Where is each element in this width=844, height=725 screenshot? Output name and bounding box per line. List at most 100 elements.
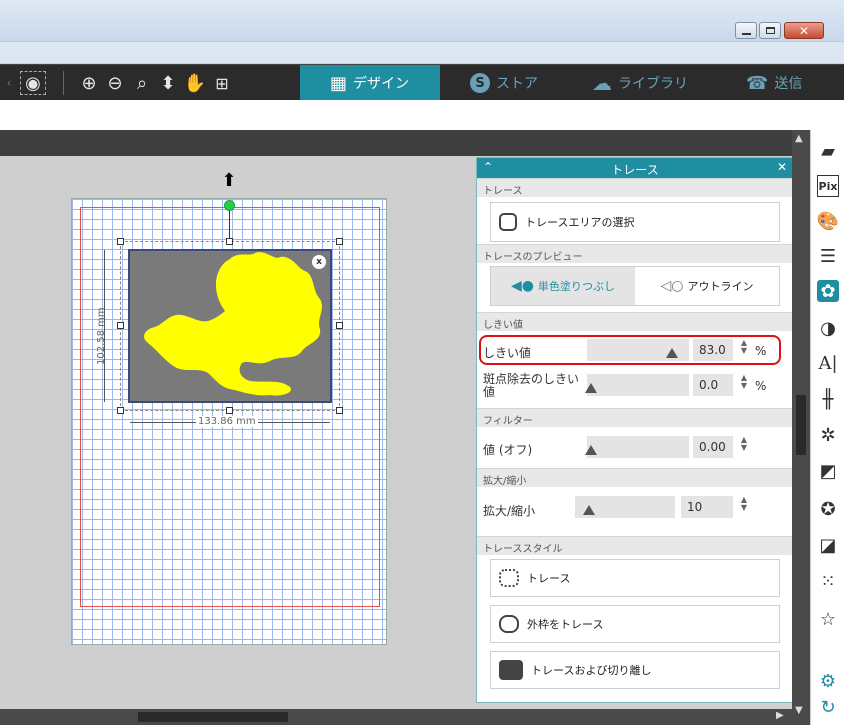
resize-handle-r[interactable]: [336, 322, 343, 329]
zoom-selection-icon[interactable]: ⌕: [130, 71, 154, 95]
move-up-arrow-icon[interactable]: ⬆: [220, 172, 238, 190]
trace-icon[interactable]: ✿: [817, 280, 839, 302]
window-title-bar: ✕: [0, 0, 844, 42]
scroll-right-icon[interactable]: ▶: [776, 710, 784, 721]
page-setup-icon[interactable]: ▰: [817, 140, 839, 162]
tab-library[interactable]: ☁ ライブラリ: [592, 65, 712, 101]
speck-label-line2: 値: [483, 385, 496, 399]
toolbar-divider: [63, 71, 64, 95]
refresh-icon[interactable]: ↻: [817, 696, 839, 718]
close-icon: ✕: [798, 23, 810, 38]
scroll-up-icon[interactable]: ▲: [795, 133, 803, 144]
zoom-out-icon[interactable]: ⊖: [103, 71, 127, 95]
tab-design[interactable]: ▦ デザイン: [300, 65, 440, 101]
preview-outline-option[interactable]: ◁○ アウトライン: [635, 267, 779, 305]
speck-slider-thumb[interactable]: [585, 383, 597, 393]
store-s-icon: S: [470, 73, 490, 93]
ruler-strip: [0, 130, 792, 156]
dots-pattern-icon[interactable]: ⁙: [817, 570, 839, 592]
maximize-button[interactable]: [759, 22, 781, 39]
trace-panel-title: トレース: [611, 163, 659, 177]
hand-pan-icon[interactable]: ✋: [183, 71, 207, 95]
zoom-in-icon[interactable]: ⊕: [77, 71, 101, 95]
close-image-icon[interactable]: x: [312, 255, 326, 269]
trace-and-detach-button[interactable]: トレースおよび切り離し: [490, 651, 780, 689]
contrast-icon[interactable]: ◑: [817, 317, 839, 339]
resize-handle-l[interactable]: [117, 322, 124, 329]
speck-slider[interactable]: [585, 374, 689, 396]
trace-outer-edge-button[interactable]: 外枠をトレース: [490, 605, 780, 643]
tab-send[interactable]: ☎ 送信: [746, 65, 836, 101]
speck-label: 斑点除去のしきい 値: [483, 373, 579, 399]
resize-handle-tr[interactable]: [336, 238, 343, 245]
resize-handle-tl[interactable]: [117, 238, 124, 245]
minimize-button[interactable]: [735, 22, 757, 39]
text-style-icon[interactable]: A|: [817, 352, 839, 374]
trace-area-icon: [499, 213, 517, 231]
speck-label-line1: 斑点除去のしきい: [483, 372, 580, 386]
tab-store[interactable]: S ストア: [470, 65, 580, 101]
move-arrows-icon[interactable]: ⬍: [156, 71, 180, 95]
settings-gear-icon[interactable]: ⚙: [817, 670, 839, 692]
palette-icon[interactable]: 🎨: [817, 210, 839, 232]
height-dimension-label: 102.58 mm: [96, 307, 107, 365]
vertical-scroll-thumb[interactable]: [796, 395, 806, 455]
scale-slider[interactable]: [575, 496, 675, 518]
horizontal-scrollbar[interactable]: ▶: [0, 709, 792, 725]
tab-design-label: デザイン: [353, 76, 410, 92]
trace-and-detach-label: トレースおよび切り離し: [531, 664, 652, 677]
filter-slider-thumb[interactable]: [585, 445, 597, 455]
align-icon[interactable]: ╫: [817, 388, 839, 410]
speck-spinner[interactable]: ▲ ▼: [739, 374, 749, 390]
tab-send-label: 送信: [774, 76, 803, 92]
scale-slider-thumb[interactable]: [583, 505, 595, 515]
filter-spinner[interactable]: ▲ ▼: [739, 436, 749, 452]
select-trace-area-button[interactable]: トレースエリアの選択: [490, 202, 780, 242]
chevron-left-icon[interactable]: ‹: [4, 71, 14, 95]
trace-style-icon: [499, 569, 519, 587]
replicate-icon[interactable]: ✲: [817, 424, 839, 446]
vertical-scrollbar[interactable]: ▲ ▼: [792, 130, 810, 725]
highlight-box: [479, 335, 781, 365]
trace-detach-icon: [499, 660, 523, 680]
close-window-button[interactable]: ✕: [784, 22, 824, 39]
close-panel-icon[interactable]: ✕: [777, 160, 787, 174]
trace-outer-edge-label: 外枠をトレース: [527, 618, 604, 631]
fit-page-icon[interactable]: ⊞: [210, 71, 234, 95]
pix-scan-icon[interactable]: Pix: [817, 175, 839, 197]
select-all-icon[interactable]: ◉: [20, 71, 46, 95]
resize-handle-bl[interactable]: [117, 407, 124, 414]
speck-unit: %: [755, 379, 767, 393]
star-outline-icon[interactable]: ☆: [817, 608, 839, 630]
section-trace: トレース: [477, 178, 793, 197]
line-style-icon[interactable]: ☰: [817, 245, 839, 267]
modify-shape-icon[interactable]: ◩: [817, 460, 839, 482]
select-trace-area-label: トレースエリアの選択: [525, 216, 635, 229]
filter-slider[interactable]: [585, 436, 689, 458]
rotate-stem: [229, 210, 230, 240]
cloud-icon: ☁: [592, 71, 612, 95]
scale-spinner[interactable]: ▲ ▼: [739, 496, 749, 512]
trace-image[interactable]: x: [128, 249, 332, 403]
resize-handle-b[interactable]: [226, 407, 233, 414]
rotate-handle[interactable]: [224, 200, 235, 211]
section-scale: 拡大/縮小: [477, 468, 793, 487]
trace-panel-header: ⌃ トレース ✕: [477, 158, 793, 178]
grid-icon: ▦: [330, 72, 348, 94]
resize-handle-br[interactable]: [336, 407, 343, 414]
fish-filled-icon: ◀●: [510, 278, 534, 294]
preview-fill-label: 単色塗りつぶし: [537, 280, 616, 293]
offset-star-icon[interactable]: ✪: [817, 498, 839, 520]
trace-panel: ⌃ トレース ✕ トレース トレースエリアの選択 トレースのプレビュー ◀● 単…: [476, 157, 794, 703]
horizontal-scroll-thumb[interactable]: [138, 712, 288, 722]
preview-fill-option[interactable]: ◀● 単色塗りつぶし: [491, 267, 635, 305]
maximize-icon: [765, 27, 775, 34]
speck-value[interactable]: 0.0: [693, 374, 733, 396]
section-preview: トレースのプレビュー: [477, 244, 793, 263]
resize-handle-t[interactable]: [226, 238, 233, 245]
trace-button[interactable]: トレース: [490, 559, 780, 597]
scale-value[interactable]: 10: [681, 496, 733, 518]
scroll-down-icon[interactable]: ▼: [795, 705, 803, 716]
filter-value[interactable]: 0.00: [693, 436, 733, 458]
transform-icon[interactable]: ◪: [817, 534, 839, 556]
